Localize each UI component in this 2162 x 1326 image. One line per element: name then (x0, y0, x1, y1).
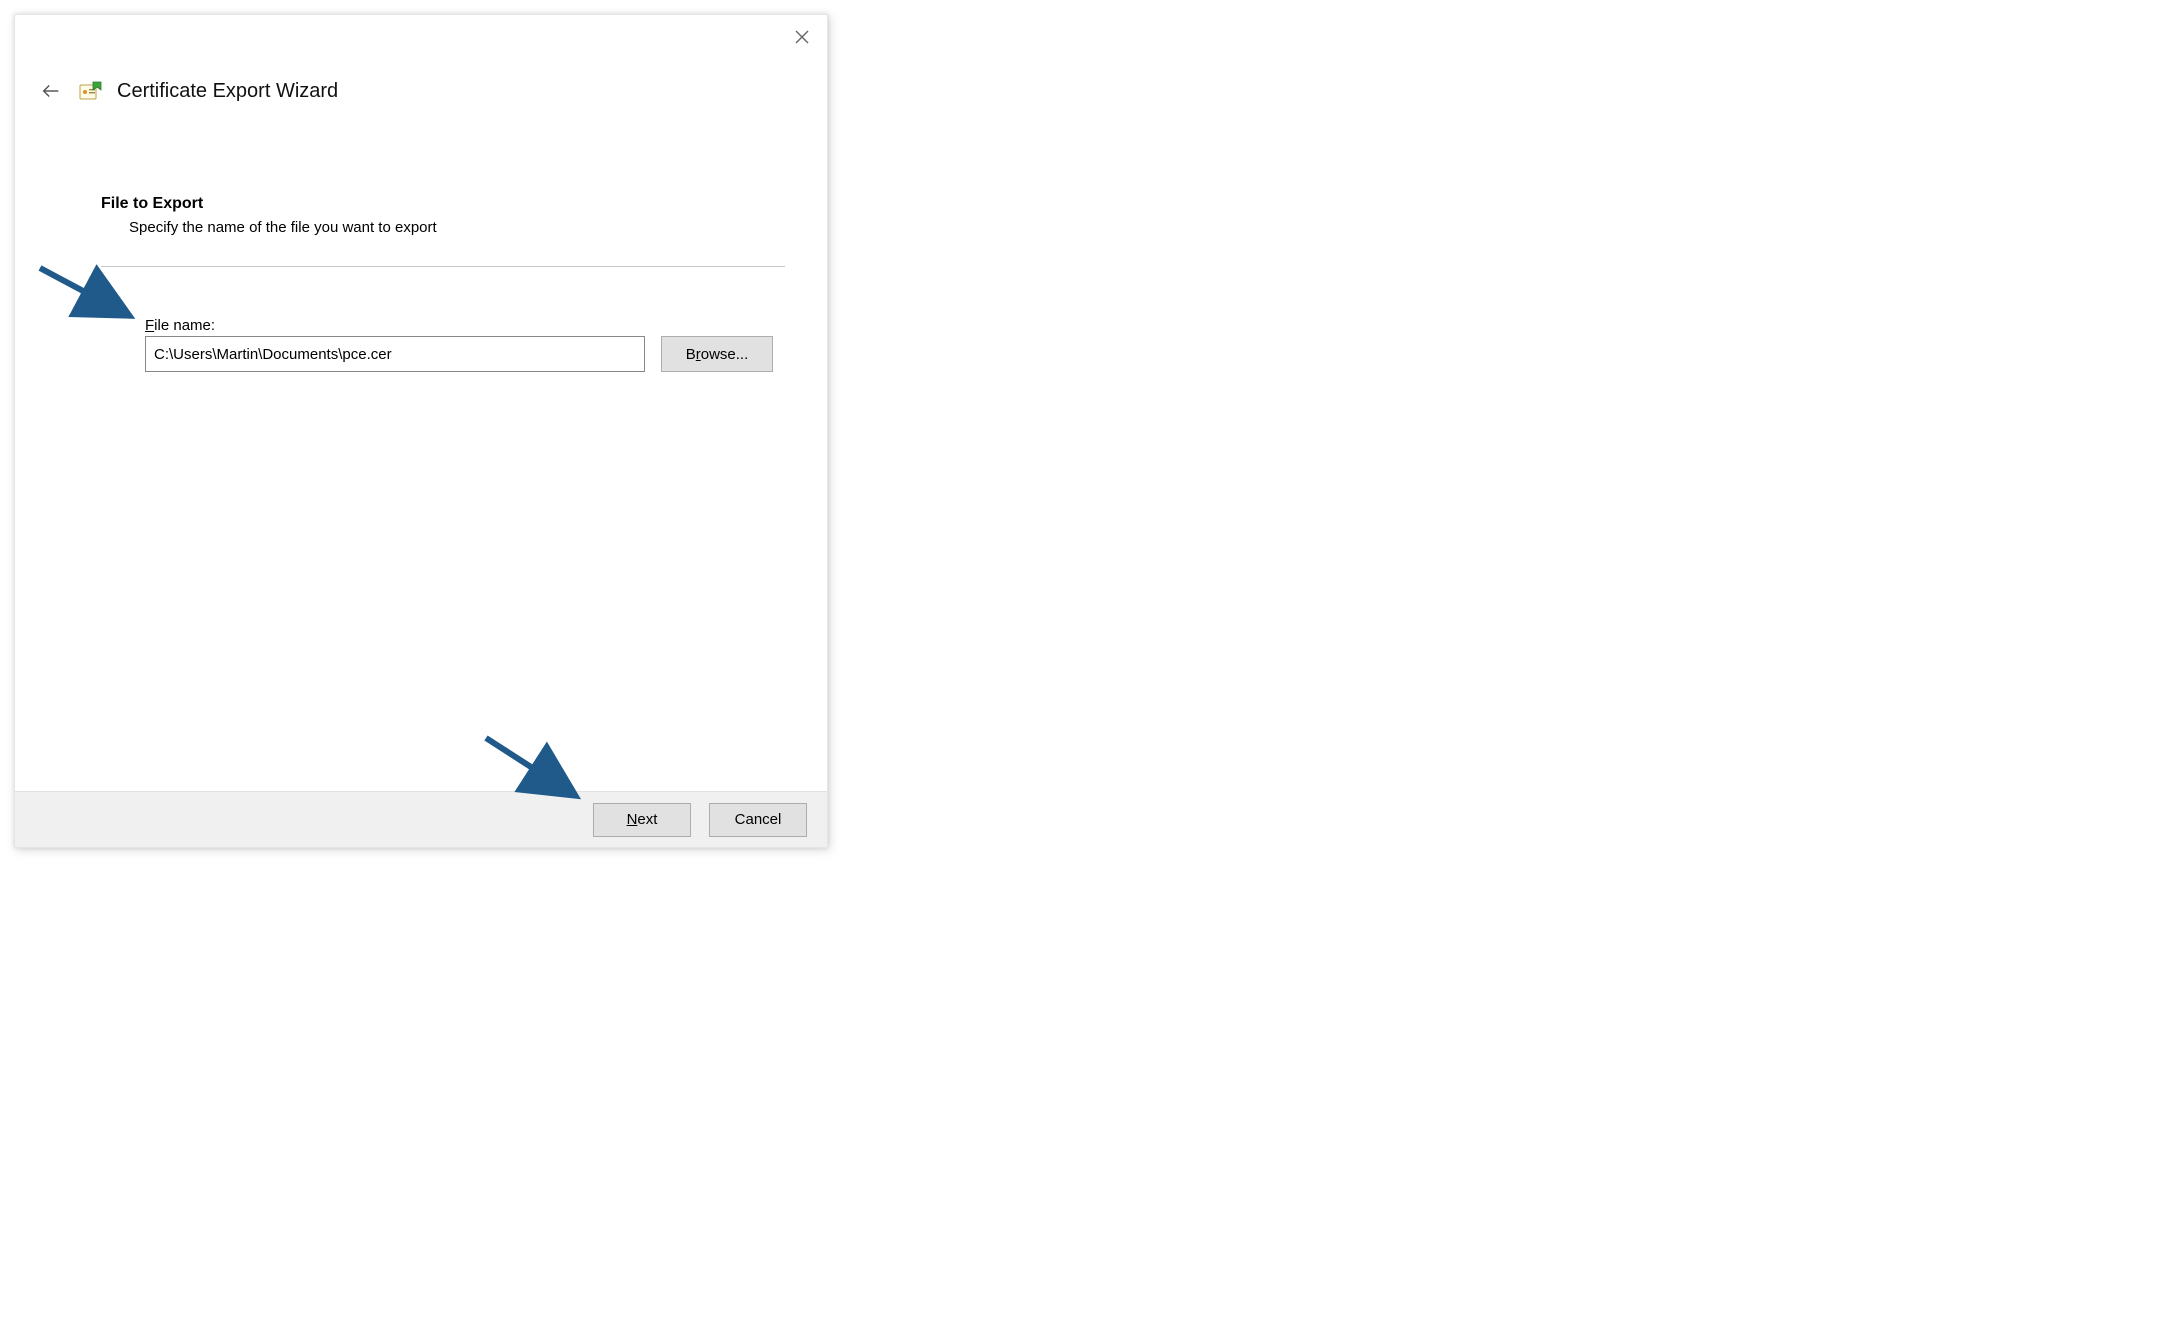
wizard-footer: Next Cancel (15, 791, 827, 847)
close-icon (795, 30, 809, 44)
browse-button[interactable]: Browse... (661, 336, 773, 372)
file-name-input[interactable] (145, 336, 645, 372)
cancel-button[interactable]: Cancel (709, 803, 807, 837)
section-divider (101, 266, 785, 267)
next-button[interactable]: Next (593, 803, 691, 837)
section-title: File to Export (101, 195, 785, 213)
wizard-header: Certificate Export Wizard (15, 59, 827, 105)
section-header: File to Export Specify the name of the f… (101, 195, 785, 236)
wizard-content: File to Export Specify the name of the f… (15, 105, 827, 791)
certificate-wizard-icon (79, 80, 103, 102)
section-subtitle: Specify the name of the file you want to… (129, 219, 785, 236)
back-button[interactable] (37, 77, 65, 105)
file-name-row: Browse... (145, 336, 785, 372)
file-name-label: File name: (145, 317, 215, 334)
wizard-title: Certificate Export Wizard (117, 80, 338, 103)
titlebar (15, 15, 827, 59)
close-button[interactable] (783, 21, 821, 53)
certificate-export-wizard-dialog: Certificate Export Wizard File to Export… (14, 14, 828, 848)
back-arrow-icon (40, 80, 62, 102)
file-name-form: File name: Browse... (145, 317, 785, 372)
